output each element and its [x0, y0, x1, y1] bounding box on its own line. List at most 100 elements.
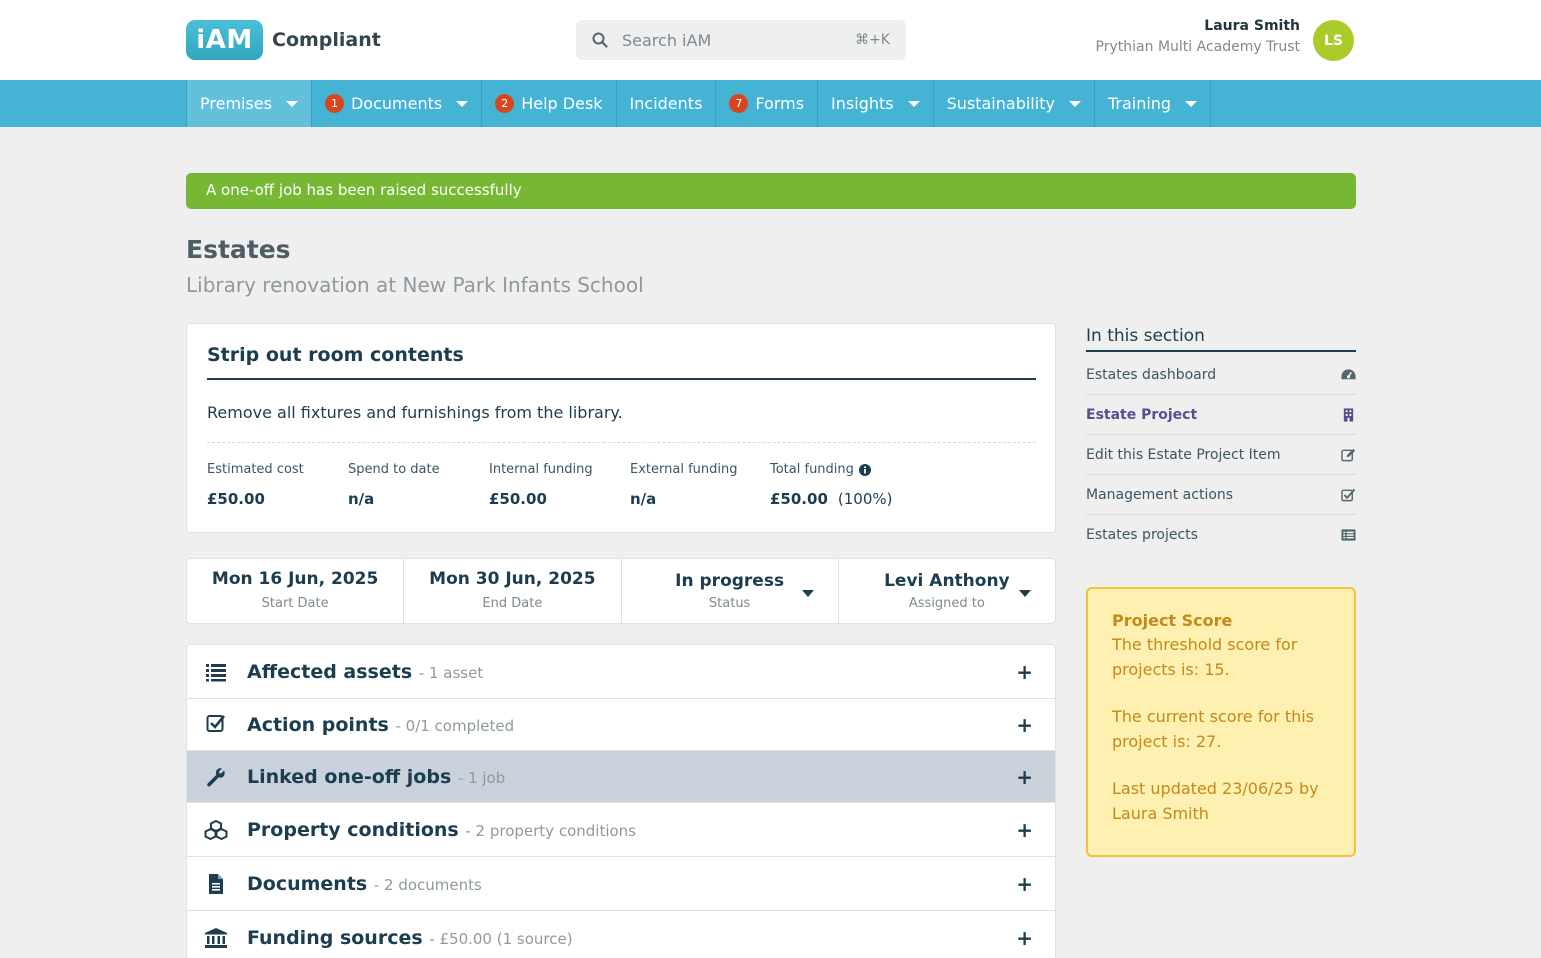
accordion-title: Property conditions - 2 property conditi… [247, 819, 636, 841]
assignee-dropdown[interactable]: Levi Anthony Assigned to [839, 559, 1055, 623]
caret-down-icon [1185, 100, 1198, 107]
assignee-label: Assigned to [908, 596, 985, 611]
sidebar-item-label: Management actions [1086, 486, 1234, 503]
score-title: Project Score [1112, 611, 1233, 630]
accordion-affected-assets[interactable]: Affected assets - 1 asset + [187, 645, 1055, 699]
page-subtitle: Library renovation at New Park Infants S… [186, 273, 644, 297]
estimated-cost: Estimated cost £50.00 [207, 462, 304, 508]
nav-item-label: Training [1107, 94, 1172, 113]
total-funding-value-row: £50.00 (100%) [770, 490, 892, 508]
expand-icon: + [1016, 764, 1033, 789]
start-date-cell: Mon 16 Jun, 2025 Start Date [187, 559, 405, 623]
notification-badge: 2 [495, 94, 515, 113]
internal-funding: Internal funding £50.00 [489, 462, 593, 508]
nav-item-help-desk[interactable]: 2 Help Desk [481, 80, 615, 127]
notification-badge: 7 [729, 94, 749, 113]
search-shortcut: ⌘+K [855, 32, 890, 48]
status-dropdown[interactable]: In progress Status [622, 559, 839, 623]
nav-item-premises[interactable]: Premises [186, 80, 311, 127]
accordion-label: Documents [247, 872, 368, 895]
bank-icon [205, 927, 227, 948]
status-value: In progress [675, 571, 785, 591]
accordion-label: Funding sources [247, 926, 423, 949]
total-funding-label-row: Total funding [770, 462, 892, 477]
list-icon [206, 663, 226, 681]
start-date-label: Start Date [261, 596, 329, 611]
info-icon[interactable] [858, 463, 871, 476]
total-funding-percent: (100%) [837, 490, 893, 508]
accordion-label: Action points [247, 713, 389, 736]
accordion-meta: - 1 job [457, 768, 506, 787]
estimated-cost-label: Estimated cost [207, 462, 304, 477]
item-description: Remove all fixtures and furnishings from… [207, 403, 623, 422]
caret-down-icon [456, 100, 469, 107]
logo-badge: iAM [186, 20, 263, 60]
nav-item-label: Documents [350, 94, 443, 113]
item-title: Strip out room contents [207, 344, 464, 366]
sidebar-item-label: Estates dashboard [1086, 366, 1217, 383]
accordion-title: Linked one-off jobs - 1 job [247, 766, 505, 788]
internal-funding-label: Internal funding [489, 462, 593, 477]
score-current: The current score for this project is: 2… [1112, 707, 1315, 751]
page-title: Estates [186, 235, 291, 264]
sidebar-item-label: Estate Project [1086, 406, 1198, 423]
search-icon [592, 32, 608, 48]
external-funding-value: n/a [630, 490, 657, 508]
accordion-title: Documents - 2 documents [247, 873, 482, 895]
accordion-linked-jobs[interactable]: Linked one-off jobs - 1 job + [187, 751, 1055, 803]
top-bar: iAM Compliant Search iAM ⌘+K Laura Smith… [0, 0, 1541, 80]
nav-item-documents[interactable]: 1 Documents [310, 80, 481, 127]
accordion-funding-sources[interactable]: Funding sources - £50.00 (1 source) + [187, 911, 1055, 958]
total-funding-label: Total funding [770, 462, 854, 477]
accordion-meta: - 1 asset [418, 663, 484, 682]
accordion-documents[interactable]: Documents - 2 documents + [187, 857, 1055, 911]
main-nav: Premises 1 Documents 2 Help Desk Incidents 7 Fo… [0, 80, 1541, 127]
file-icon [209, 873, 223, 894]
accordion-property-conditions[interactable]: Property conditions - 2 property conditi… [187, 803, 1055, 857]
expand-icon: + [1016, 871, 1033, 896]
assignee-value: Levi Anthony [884, 571, 1010, 591]
user-info[interactable]: Laura Smith Prythian Multi Academy Trust [1096, 18, 1300, 55]
sidebar-item-label: Edit this Estate Project Item [1086, 446, 1281, 463]
sidebar-item-estates-projects[interactable]: Estates projects [1086, 515, 1356, 555]
user-name: Laura Smith [1204, 18, 1300, 34]
sidebar-divider [1086, 350, 1356, 352]
expand-icon: + [1016, 817, 1033, 842]
search-input[interactable]: Search iAM ⌘+K [576, 20, 906, 60]
logo[interactable]: iAM Compliant [186, 20, 381, 60]
status-label: Status [708, 596, 751, 611]
check-square-icon [206, 715, 226, 732]
sections-accordion: Affected assets - 1 asset + Action point… [186, 644, 1056, 958]
sidebar-item-estates-dashboard[interactable]: Estates dashboard [1086, 355, 1356, 395]
spend-to-date-value: n/a [348, 490, 375, 508]
cubes-icon [204, 819, 228, 840]
title-divider [207, 378, 1036, 380]
spend-to-date: Spend to date n/a [348, 462, 440, 508]
sidebar-title: In this section [1086, 326, 1205, 346]
expand-icon: + [1016, 659, 1033, 684]
sidebar-nav: Estates dashboard Estate Project Edit th… [1086, 355, 1356, 555]
nav-item-forms[interactable]: 7 Forms [715, 80, 817, 127]
list-alt-icon [1341, 529, 1356, 541]
sidebar-item-edit-item[interactable]: Edit this Estate Project Item [1086, 435, 1356, 475]
dashboard-icon [1341, 368, 1356, 379]
accordion-meta: - 2 documents [373, 875, 482, 894]
search-placeholder: Search iAM [622, 31, 712, 50]
avatar[interactable]: LS [1313, 20, 1354, 61]
caret-down-icon [907, 100, 920, 107]
nav-item-sustainability[interactable]: Sustainability [932, 80, 1094, 127]
nav-item-label: Help Desk [521, 94, 603, 113]
sidebar-item-management-actions[interactable]: Management actions [1086, 475, 1356, 515]
accordion-meta: - 0/1 completed [395, 716, 515, 735]
spend-to-date-label: Spend to date [348, 462, 440, 477]
sidebar-item-estate-project[interactable]: Estate Project [1086, 395, 1356, 435]
nav-item-incidents[interactable]: Incidents [615, 80, 716, 127]
score-updated: Last updated 23/06/25 by Laura Smith [1112, 779, 1319, 823]
nav-item-insights[interactable]: Insights [817, 80, 933, 127]
logo-text: Compliant [272, 29, 381, 51]
nav-item-training[interactable]: Training [1093, 80, 1212, 127]
accordion-action-points[interactable]: Action points - 0/1 completed + [187, 699, 1055, 751]
wrench-icon [207, 767, 225, 786]
external-funding-label: External funding [630, 462, 738, 477]
score-threshold: The threshold score for projects is: 15. [1112, 635, 1298, 679]
